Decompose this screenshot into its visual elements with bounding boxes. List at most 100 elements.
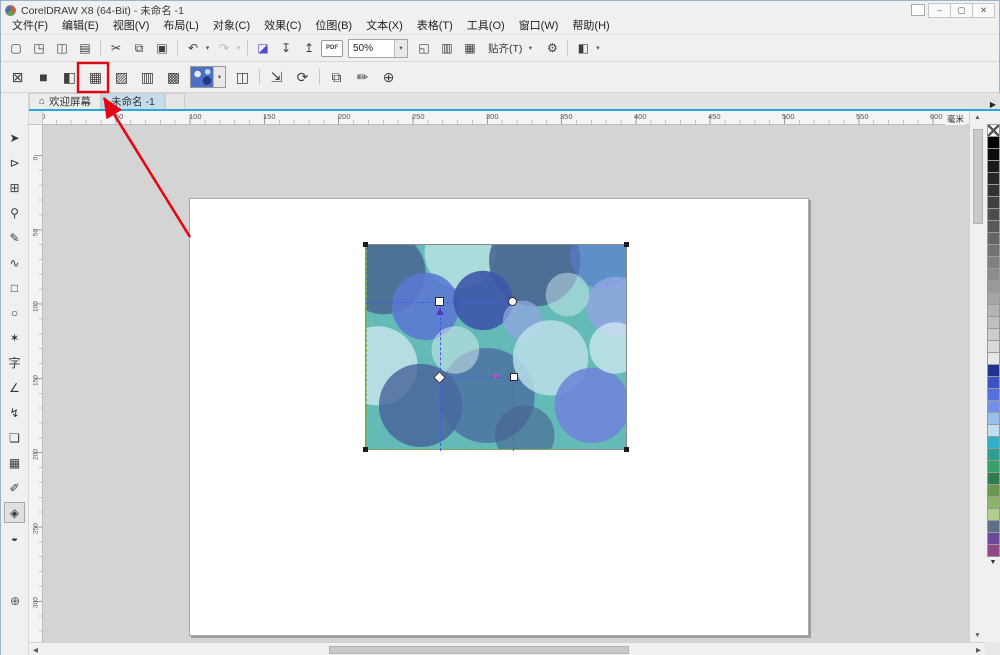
scroll-down-icon[interactable]: ▼ xyxy=(974,632,980,639)
artistic-media-tool[interactable]: ∿ xyxy=(4,252,25,273)
tab-scroll-right-icon[interactable]: ▶ xyxy=(990,100,1000,109)
transparency-tool[interactable]: ▦ xyxy=(4,452,25,473)
import-button[interactable]: ◪ xyxy=(252,38,274,58)
app-launcher-button[interactable]: ◧ xyxy=(572,38,594,58)
palette-scroll-down-icon[interactable]: ▼ xyxy=(990,559,997,566)
uniform-fill-button[interactable]: ■ xyxy=(31,65,56,89)
maximize-button[interactable]: ▢ xyxy=(950,3,973,18)
menu-item[interactable]: 布局(L) xyxy=(156,19,205,34)
crop-tool[interactable]: ⊞ xyxy=(4,177,25,198)
redo-dropdown[interactable]: ▾ xyxy=(234,38,243,58)
ruler-origin-corner[interactable] xyxy=(29,111,43,125)
selection-handle[interactable] xyxy=(363,242,368,247)
pattern-filled-rectangle[interactable]: ➤ xyxy=(365,244,627,450)
canvas-area[interactable]: ➤ xyxy=(43,125,969,642)
print-button[interactable]: ▤ xyxy=(74,38,96,58)
two-color-pattern-fill-button[interactable]: ▥ xyxy=(135,65,160,89)
options-button[interactable]: ⚙ xyxy=(541,38,563,58)
new-tab-stub[interactable] xyxy=(165,93,185,109)
polygon-tool[interactable]: ✶ xyxy=(4,327,25,348)
shape-tool[interactable]: ⊳ xyxy=(4,152,25,173)
pattern-rotate-handle[interactable] xyxy=(508,297,517,306)
fill-tool-button[interactable] xyxy=(319,69,320,85)
open-button[interactable]: ◳ xyxy=(28,38,50,58)
bitmap-pattern-fill-button[interactable]: ▨ xyxy=(109,65,134,89)
export-button[interactable]: ↧ xyxy=(275,38,297,58)
menu-item[interactable]: 文本(X) xyxy=(359,19,410,34)
rectangle-tool[interactable]: □ xyxy=(4,277,25,298)
menu-item[interactable]: 表格(T) xyxy=(410,19,460,34)
export-web-button[interactable]: ↥ xyxy=(298,38,320,58)
toolbar-button[interactable] xyxy=(177,40,178,56)
publish-pdf-button[interactable]: PDF xyxy=(321,40,343,57)
menu-item[interactable]: 工具(O) xyxy=(460,19,512,34)
color-swatch[interactable] xyxy=(987,544,1000,557)
fill-picker-caret-icon[interactable]: ▾ xyxy=(213,67,225,87)
fullscreen-preview-button[interactable]: ◱ xyxy=(413,38,435,58)
menu-item[interactable]: 帮助(H) xyxy=(565,19,616,34)
horizontal-scroll-thumb[interactable] xyxy=(329,646,629,654)
copy-button[interactable]: ⧉ xyxy=(128,38,150,58)
toolbar-button[interactable] xyxy=(247,40,248,56)
smart-fill-tool[interactable]: ◒ xyxy=(4,527,25,548)
horizontal-scrollbar[interactable]: ◀ ▶ xyxy=(29,642,985,655)
menu-item[interactable]: 文件(F) xyxy=(5,19,55,34)
scroll-left-icon[interactable]: ◀ xyxy=(33,646,38,654)
toolbar-button[interactable] xyxy=(100,40,101,56)
rotate-fill-button[interactable]: ⟳ xyxy=(290,65,315,89)
minimize-button[interactable]: – xyxy=(928,3,951,18)
menu-item[interactable]: 对象(C) xyxy=(206,19,257,34)
redo-button[interactable]: ↷ xyxy=(213,38,235,58)
horizontal-ruler[interactable]: 050100150200250300350400450500550600 毫米 xyxy=(29,111,969,125)
undo-dropdown[interactable]: ▾ xyxy=(203,38,212,58)
undo-button[interactable]: ↶ xyxy=(182,38,204,58)
parallel-dimension-tool[interactable]: ∠ xyxy=(4,377,25,398)
customize-toolbox-button[interactable]: ⊕ xyxy=(5,591,25,611)
interactive-fill-tool[interactable]: ◈ xyxy=(4,502,25,523)
fill-picker-dropdown[interactable]: ▾ xyxy=(190,66,226,88)
scroll-right-icon[interactable]: ▶ xyxy=(976,646,981,654)
toolbar-button[interactable] xyxy=(567,40,568,56)
selection-handle[interactable] xyxy=(624,242,629,247)
vertical-ruler[interactable]: 050100150200250300 xyxy=(29,125,43,642)
selection-handle[interactable] xyxy=(624,447,629,452)
cut-button[interactable]: ✂ xyxy=(105,38,127,58)
paste-button[interactable]: ▣ xyxy=(151,38,173,58)
copy-fill-button[interactable]: ⧉ xyxy=(324,65,349,89)
ellipse-tool[interactable]: ○ xyxy=(4,302,25,323)
fountain-fill-button[interactable]: ◧ xyxy=(57,65,82,89)
close-button[interactable]: ✕ xyxy=(972,3,995,18)
snap-to-dropdown[interactable]: 贴齐(T) ▾ xyxy=(481,41,541,56)
zoom-caret-icon[interactable]: ▾ xyxy=(394,40,407,57)
pattern-size-handle[interactable] xyxy=(510,373,518,381)
zoom-level-combo[interactable]: 50% ▾ xyxy=(348,39,408,58)
show-grid-button[interactable]: ▦ xyxy=(459,38,481,58)
scroll-up-icon[interactable]: ▲ xyxy=(974,114,980,121)
no-fill-button[interactable]: ⊠ xyxy=(5,65,30,89)
add-fill-preset-button[interactable]: ⊕ xyxy=(376,65,401,89)
vertical-scrollbar[interactable]: ▲ ▼ xyxy=(969,111,985,642)
fill-tool-button[interactable] xyxy=(259,69,260,85)
texture-fill-button[interactable]: ▩ xyxy=(161,65,186,89)
tab-document-untitled[interactable]: 未命名 -1 xyxy=(101,93,165,109)
app-launcher-caret[interactable]: ▾ xyxy=(593,38,602,58)
freehand-tool[interactable]: ✎ xyxy=(4,227,25,248)
menu-item[interactable]: 效果(C) xyxy=(257,19,308,34)
pick-tool[interactable]: ➤ xyxy=(4,127,25,148)
pattern-origin-handle[interactable] xyxy=(435,297,444,306)
new-document-button[interactable]: ▢ xyxy=(5,38,27,58)
menu-item[interactable]: 视图(V) xyxy=(106,19,157,34)
text-tool[interactable]: 字 xyxy=(4,352,25,373)
selection-handle[interactable] xyxy=(363,447,368,452)
drop-shadow-tool[interactable]: ❏ xyxy=(4,427,25,448)
menu-item[interactable]: 编辑(E) xyxy=(55,19,106,34)
scale-fill-button[interactable]: ⇲ xyxy=(264,65,289,89)
edit-fill-button[interactable]: ✏ xyxy=(350,65,375,89)
connector-tool[interactable]: ↯ xyxy=(4,402,25,423)
mirror-tiles-button[interactable]: ◫ xyxy=(230,65,255,89)
menu-item[interactable]: 位图(B) xyxy=(308,19,359,34)
tab-welcome-screen[interactable]: ⌂ 欢迎屏幕 xyxy=(29,93,101,109)
save-button[interactable]: ◫ xyxy=(51,38,73,58)
color-eyedropper-tool[interactable]: ✐ xyxy=(4,477,25,498)
vertical-scroll-thumb[interactable] xyxy=(973,129,983,224)
